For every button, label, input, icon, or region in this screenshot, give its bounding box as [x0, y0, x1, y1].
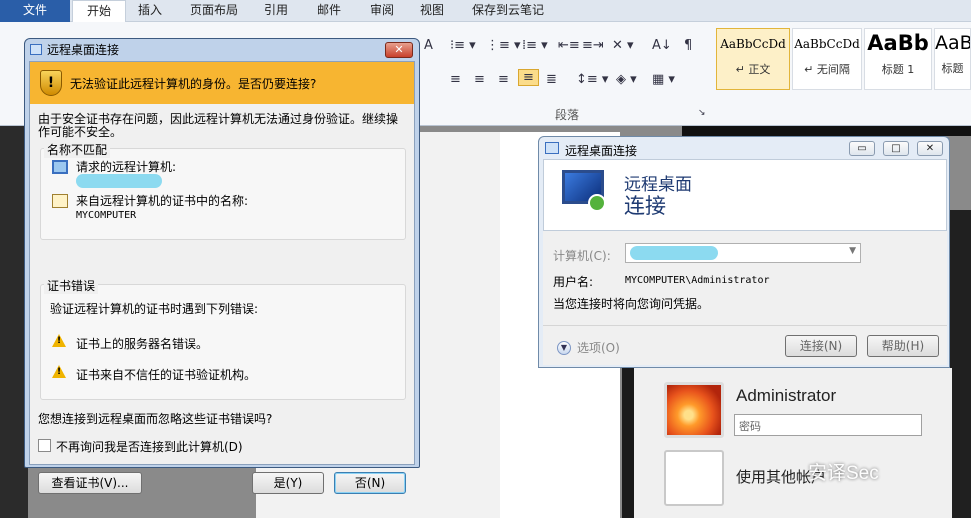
- computer-icon: [52, 160, 68, 174]
- numbering-icon[interactable]: ⋮≡ ▾: [486, 38, 521, 53]
- style-title-sample: AaB: [935, 32, 971, 54]
- dialog-title: 远程桌面连接: [47, 43, 120, 57]
- distributed-icon[interactable]: ≣: [546, 72, 557, 87]
- sort-icon[interactable]: A↓: [652, 38, 672, 53]
- tab-review[interactable]: 审阅: [366, 0, 398, 22]
- line-spacing-icon[interactable]: ↕≡ ▾: [576, 72, 608, 87]
- decrease-indent-icon[interactable]: ⇤≡: [558, 38, 580, 53]
- rdp-header: 远程桌面 连接: [543, 159, 947, 231]
- rdp-app-icon: [545, 142, 559, 154]
- tab-mailings[interactable]: 邮件: [313, 0, 345, 22]
- yes-button[interactable]: 是(Y): [252, 472, 324, 494]
- style-no-spacing-sample: AaBbCcDd: [794, 37, 860, 51]
- user-avatar-tile[interactable]: [664, 382, 724, 438]
- bullets-icon[interactable]: ⁝≡ ▾: [450, 38, 476, 53]
- align-right-icon[interactable]: ≡: [498, 72, 509, 87]
- dropdown-chevron-icon[interactable]: ▼: [849, 246, 856, 256]
- watermark: 安译Sec: [808, 463, 879, 484]
- warning-exclamation: !: [57, 367, 62, 377]
- password-input[interactable]: 密码: [734, 414, 922, 436]
- rdp-heading-line2: 连接: [624, 194, 666, 218]
- cert-error-label: 证书错误: [44, 277, 99, 294]
- rdp-body: 计算机(C): ▼ 用户名: MYCOMPUTER\Administrator …: [543, 231, 947, 365]
- dialog-body: ! 无法验证此远程计算机的身份。是否仍要连接? 由于安全证书存在问题，因此远程计…: [29, 61, 415, 494]
- username-value: MYCOMPUTER\Administrator: [625, 275, 770, 286]
- borders-icon[interactable]: ▦ ▾: [652, 72, 675, 87]
- close-button[interactable]: ✕: [917, 141, 943, 156]
- logon-username: Administrator: [736, 386, 837, 405]
- rdp-connection-window: 远程桌面连接 ▭ □ ✕ 远程桌面 连接 计算机(C): ▼ 用户名: MYCO…: [538, 136, 950, 368]
- dialog-launcher-icon[interactable]: ↘: [698, 108, 706, 118]
- cert-name-label: 来自远程计算机的证书中的名称:: [76, 194, 249, 208]
- tab-home[interactable]: 开始: [72, 0, 126, 22]
- username-label: 用户名:: [553, 275, 594, 289]
- redacted-computer-name: [76, 174, 162, 188]
- options-toggle[interactable]: 选项(O): [577, 339, 620, 356]
- font-a-icon[interactable]: A: [424, 38, 433, 53]
- style-title-name: 标题: [941, 62, 964, 75]
- error-untrusted-ca: 证书来自不信任的证书验证机构。: [76, 368, 257, 382]
- ignore-errors-question: 您想连接到远程桌面而忽略这些证书错误吗?: [38, 412, 273, 426]
- warning-text: 无法验证此远程计算机的身份。是否仍要连接?: [70, 77, 317, 91]
- warning-banner: ! 无法验证此远程计算机的身份。是否仍要连接?: [30, 62, 414, 104]
- align-left-icon[interactable]: ≡: [450, 72, 461, 87]
- no-button[interactable]: 否(N): [334, 472, 406, 494]
- computer-combobox[interactable]: ▼: [625, 243, 861, 263]
- options-chevron-icon[interactable]: ▼: [557, 341, 571, 355]
- tab-insert[interactable]: 插入: [134, 0, 166, 22]
- style-title[interactable]: AaB 标题: [934, 28, 971, 90]
- connect-button[interactable]: 连接(N): [785, 335, 857, 357]
- requested-computer-label: 请求的远程计算机:: [76, 160, 177, 174]
- credential-note: 当您连接时将向您询问凭据。: [553, 297, 710, 311]
- cert-error-description: 验证远程计算机的证书时遇到下列错误:: [50, 302, 259, 316]
- align-center-icon[interactable]: ≡: [474, 72, 485, 87]
- multilevel-list-icon[interactable]: ⁞≡ ▾: [522, 38, 548, 53]
- dont-ask-checkbox[interactable]: [38, 439, 51, 452]
- other-user-tile[interactable]: [664, 450, 724, 506]
- show-marks-icon[interactable]: ¶: [684, 38, 692, 53]
- help-button[interactable]: 帮助(H): [867, 335, 939, 357]
- view-certificate-button[interactable]: 查看证书(V)...: [38, 472, 142, 494]
- style-normal[interactable]: AaBbCcDd ↵ 正文: [716, 28, 790, 90]
- ribbon-tabs: 文件 开始 插入 页面布局 引用 邮件 审阅 视图 保存到云笔记: [0, 0, 971, 22]
- style-normal-name: ↵ 正文: [735, 63, 771, 76]
- rdp-divider: [543, 325, 947, 326]
- terminal-background: [682, 126, 971, 136]
- style-normal-sample: AaBbCcDd: [720, 37, 786, 51]
- cert-name-value: MYCOMPUTER: [76, 210, 137, 221]
- certificate-warning-dialog: 远程桌面连接 ✕ ! 无法验证此远程计算机的身份。是否仍要连接? 由于安全证书存…: [24, 38, 420, 494]
- close-button[interactable]: ✕: [385, 42, 413, 58]
- tab-view[interactable]: 视图: [416, 0, 448, 22]
- tab-file[interactable]: 文件: [0, 0, 70, 22]
- tab-page-layout[interactable]: 页面布局: [186, 0, 242, 22]
- intro-line2: 作可能不安全。: [38, 125, 123, 139]
- dont-ask-label[interactable]: 不再询问我是否连接到此计算机(D): [56, 438, 243, 455]
- style-heading1-sample: AaBb: [867, 31, 929, 55]
- tab-save-cloud-note[interactable]: 保存到云笔记: [468, 0, 548, 22]
- maximize-button[interactable]: □: [883, 141, 909, 156]
- tab-references[interactable]: 引用: [260, 0, 292, 22]
- justify-icon[interactable]: ≡: [518, 69, 539, 86]
- certificate-icon: [52, 194, 68, 208]
- warning-exclamation: !: [57, 336, 62, 346]
- minimize-button[interactable]: ▭: [849, 141, 875, 156]
- shading-icon[interactable]: ◈ ▾: [616, 72, 637, 87]
- rdp-window-title: 远程桌面连接: [565, 144, 638, 158]
- computer-label: 计算机(C):: [553, 249, 611, 263]
- shield-warning-icon: !: [40, 70, 62, 96]
- style-heading1-name: 标题 1: [881, 63, 915, 76]
- paragraph-group-label: 段落: [555, 108, 580, 122]
- redacted-computer-name: [630, 246, 718, 260]
- error-server-name: 证书上的服务器名错误。: [76, 337, 209, 351]
- name-mismatch-label: 名称不匹配: [44, 141, 111, 158]
- style-no-spacing[interactable]: AaBbCcDd ↵ 无间隔: [792, 28, 862, 90]
- connect-arrow-icon: [588, 194, 606, 212]
- style-heading1[interactable]: AaBb 标题 1: [864, 28, 932, 90]
- style-no-spacing-name: ↵ 无间隔: [804, 63, 850, 76]
- increase-indent-icon[interactable]: ≡⇥: [582, 38, 604, 53]
- asian-layout-icon[interactable]: ✕ ▾: [612, 38, 634, 53]
